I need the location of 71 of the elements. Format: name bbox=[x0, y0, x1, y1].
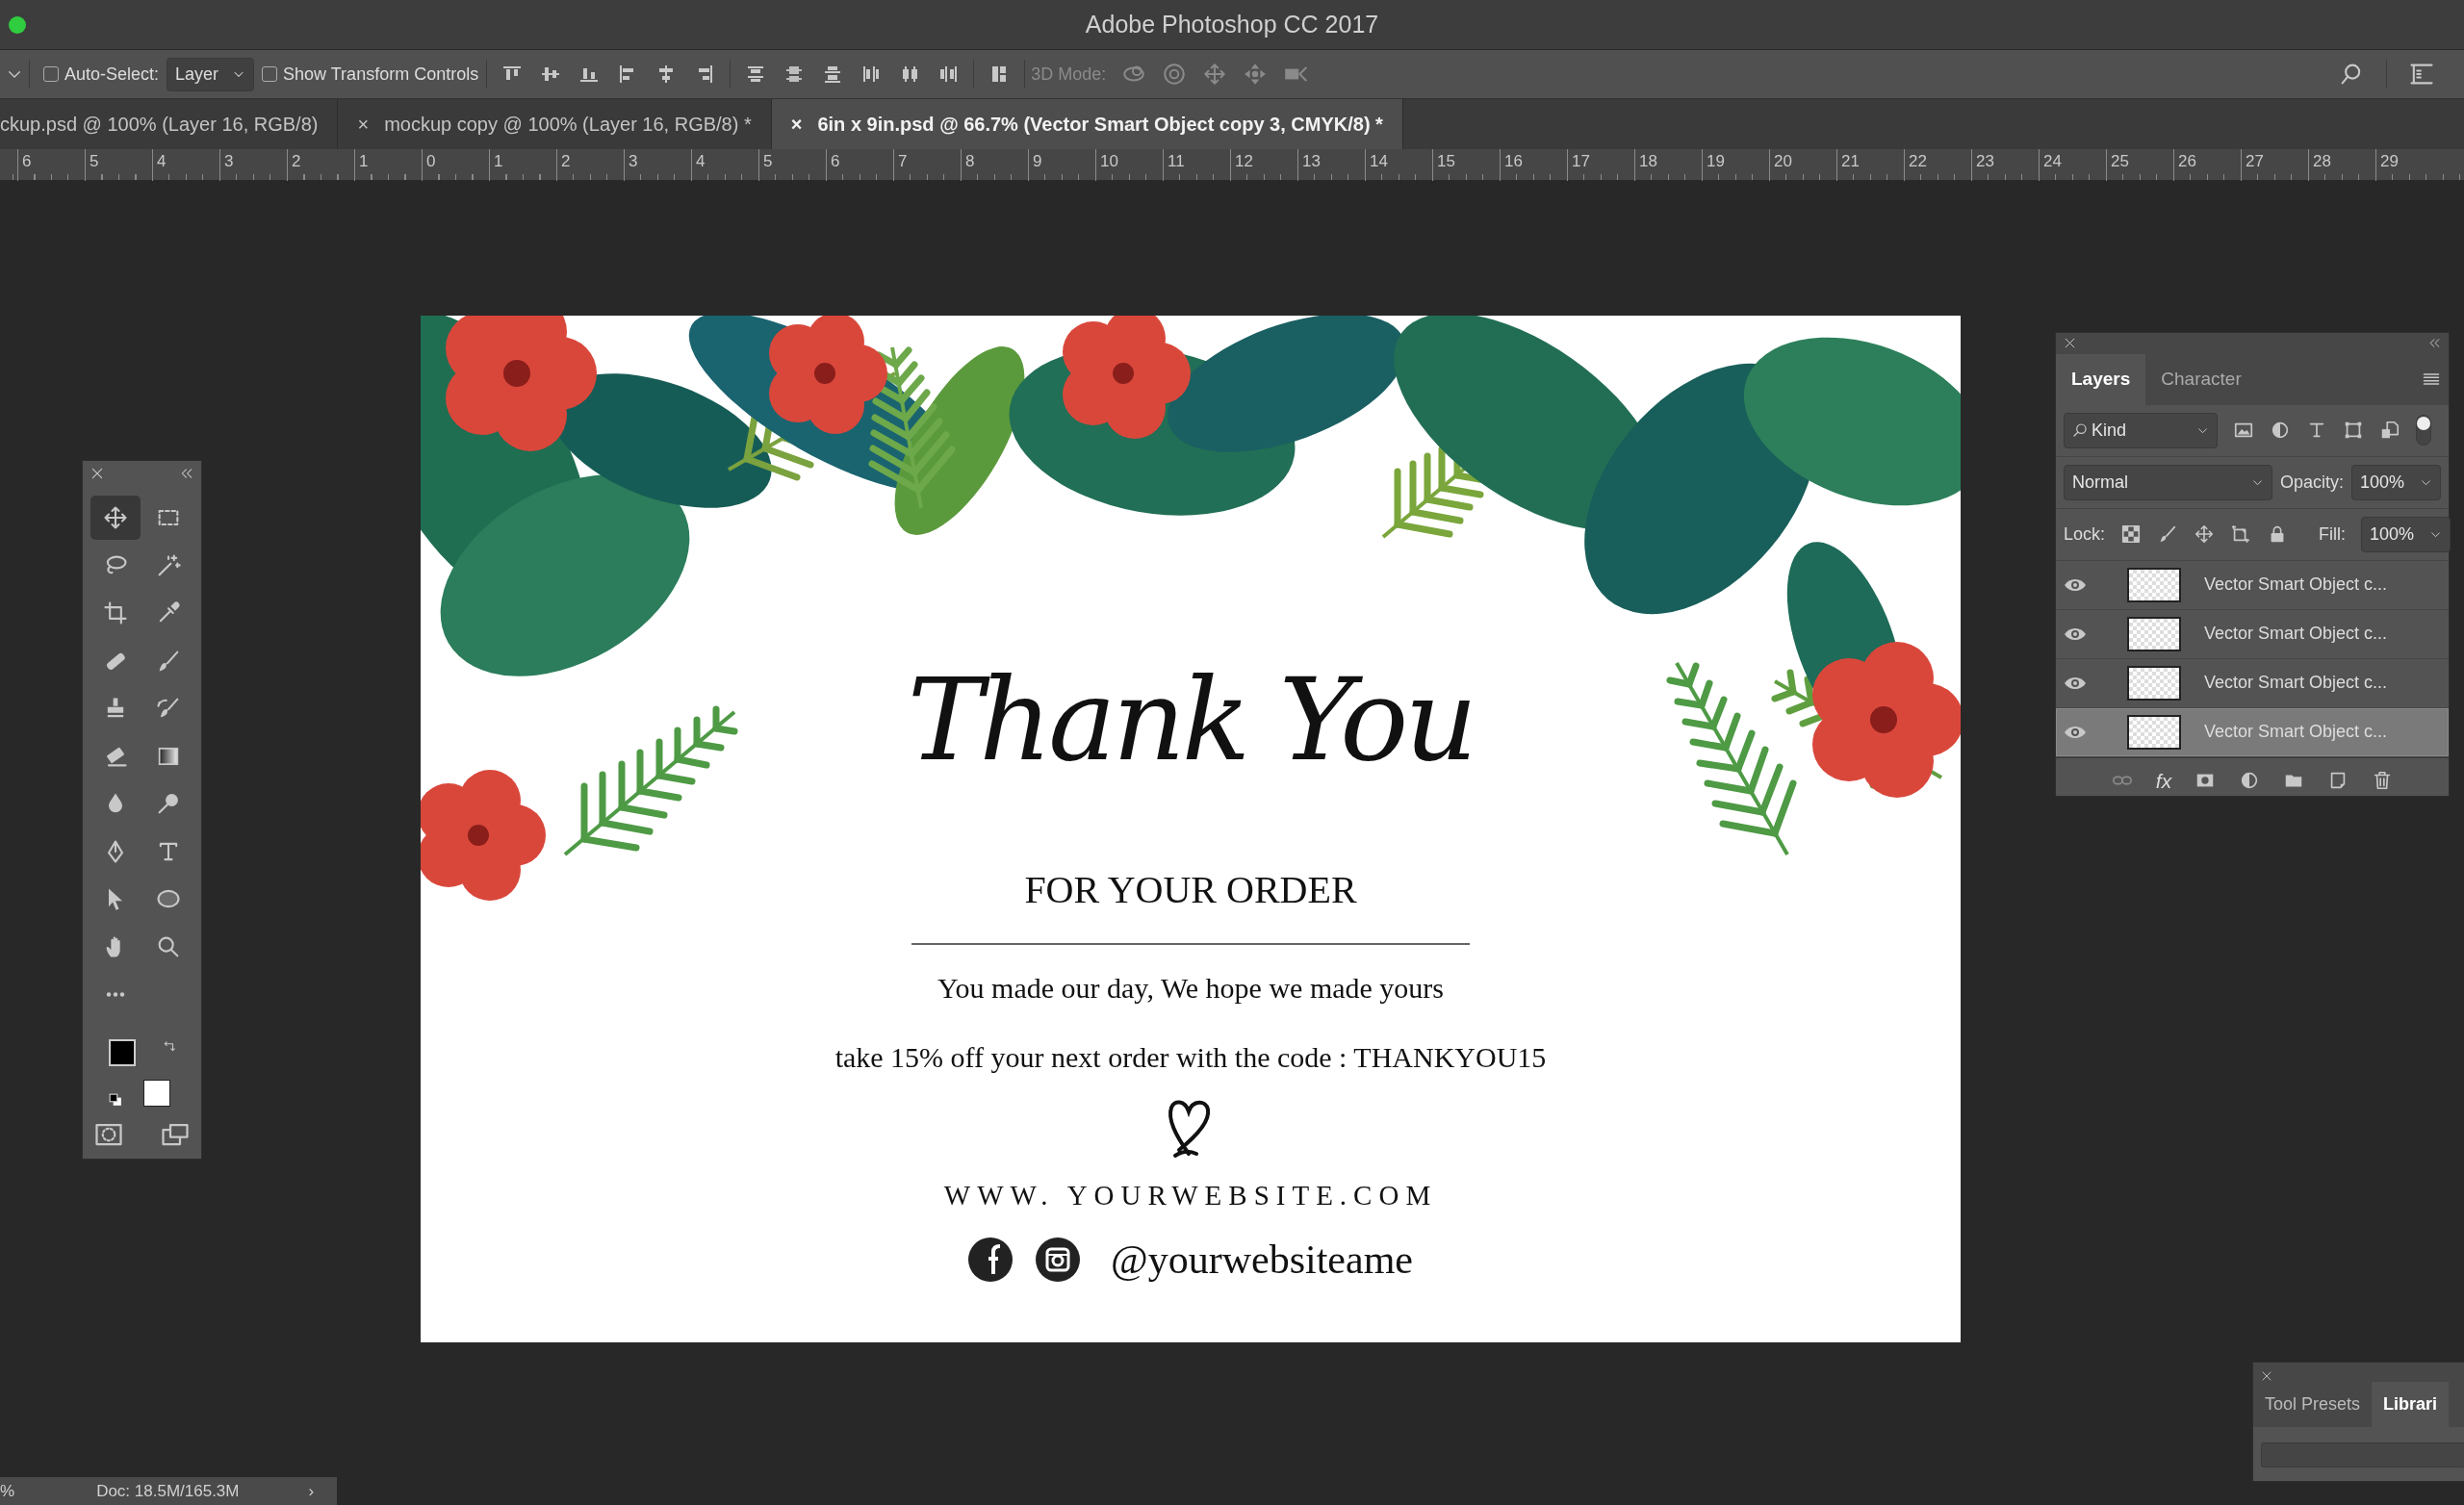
ruler-number: 15 bbox=[1432, 149, 1500, 181]
layer-style-button[interactable]: fx bbox=[2155, 765, 2172, 796]
ruler-number: 2 bbox=[287, 149, 354, 181]
status-menu-arrow[interactable]: › bbox=[308, 1478, 315, 1504]
ruler-number: 16 bbox=[1500, 149, 1567, 181]
blend-mode-select[interactable]: Normal bbox=[2064, 464, 2272, 500]
transform-controls-label: Show Transform Controls bbox=[283, 63, 479, 86]
kind-filter-label: Kind bbox=[2092, 419, 2127, 442]
tab-title: mockup copy @ 100% (Layer 16, RGB/8) * bbox=[384, 113, 752, 137]
layer-name: Vector Smart Object c... bbox=[2204, 721, 2388, 743]
panel-tab[interactable]: Librari bbox=[2372, 1382, 2450, 1427]
window-title: Adobe Photoshop CC 2017 bbox=[1085, 9, 1379, 39]
subtitle: FOR YOUR ORDER bbox=[1024, 867, 1357, 913]
layer-select[interactable]: Layer bbox=[167, 57, 255, 91]
ruler-number: 4 bbox=[691, 149, 758, 181]
ruler-number: 0 bbox=[422, 149, 489, 181]
ruler-number: 28 bbox=[2308, 149, 2375, 181]
script-title: Thank You bbox=[907, 652, 1475, 788]
layer-name: Vector Smart Object c... bbox=[2204, 574, 2388, 596]
panel-tab[interactable]: Layers bbox=[2056, 354, 2146, 405]
fill-field[interactable]: 100% bbox=[2361, 516, 2451, 552]
ruler-number: 10 bbox=[1095, 149, 1163, 181]
kind-filter-select[interactable]: Kind bbox=[2064, 412, 2218, 448]
auto-select-label: Auto-Select: bbox=[64, 63, 160, 86]
ruler-number: 25 bbox=[2106, 149, 2173, 181]
layer-name: Vector Smart Object c... bbox=[2204, 623, 2388, 645]
lock-label: Lock: bbox=[2064, 523, 2106, 546]
ruler-number: 12 bbox=[1230, 149, 1297, 181]
ruler-number: 3 bbox=[624, 149, 691, 181]
ruler-number: 21 bbox=[1836, 149, 1904, 181]
mode-3d-label: 3D Mode: bbox=[1031, 63, 1107, 86]
ruler-number: 11 bbox=[1163, 149, 1230, 181]
website-text: WWW. YOURWEBSITE.COM bbox=[943, 1179, 1438, 1212]
opacity-label: Opacity: bbox=[2279, 471, 2344, 494]
ruler-number: 27 bbox=[2241, 149, 2308, 181]
ruler-number: 26 bbox=[2173, 149, 2241, 181]
tab-close[interactable]: × bbox=[357, 110, 370, 139]
ruler-number: 24 bbox=[2039, 149, 2106, 181]
opacity-field[interactable]: 100% bbox=[2350, 464, 2441, 500]
ruler-number: 6 bbox=[17, 149, 85, 181]
document-size: Doc: 18.5M/165.3M bbox=[96, 1480, 240, 1502]
ruler-number: 2 bbox=[556, 149, 624, 181]
document-tab[interactable]: × 6in x 9in.psd @ 66.7% (Vector Smart Object copy 3, CMYK/8) * bbox=[771, 99, 1403, 149]
layer-name: Vector Smart Object c... bbox=[2204, 672, 2388, 694]
ruler-number: 14 bbox=[1365, 149, 1432, 181]
zoom-level: % bbox=[0, 1480, 15, 1502]
ruler-number: 18 bbox=[1634, 149, 1702, 181]
message-text: You made our day, We hope we made yours bbox=[937, 971, 1445, 1006]
ruler-number: 5 bbox=[85, 149, 152, 181]
ruler-number: 19 bbox=[1702, 149, 1769, 181]
ruler-number: 23 bbox=[1971, 149, 2039, 181]
ruler-number: 6 bbox=[826, 149, 893, 181]
tab-title: ckup.psd @ 100% (Layer 16, RGB/8) bbox=[0, 113, 319, 137]
tab-title: 6in x 9in.psd @ 66.7% (Vector Smart Object copy 3, CMYK/8) * bbox=[817, 113, 1383, 137]
ruler-number: 9 bbox=[1028, 149, 1095, 181]
ruler-number: 17 bbox=[1567, 149, 1634, 181]
social-handle: @yourwebsiteame bbox=[1111, 1237, 1413, 1284]
ruler-number: 5 bbox=[758, 149, 826, 181]
tab-close[interactable]: × bbox=[790, 110, 803, 139]
fill-label: Fill: bbox=[2319, 523, 2347, 546]
ruler-number: 7 bbox=[893, 149, 961, 181]
ruler-number: 1 bbox=[489, 149, 556, 181]
ruler-number: 1 bbox=[354, 149, 422, 181]
ruler-number: 4 bbox=[152, 149, 219, 181]
ruler-number: 22 bbox=[1904, 149, 1971, 181]
ruler-number: 3 bbox=[219, 149, 287, 181]
ruler-number: 13 bbox=[1297, 149, 1365, 181]
offer-text: take 15% off your next order with the code : THANKYOU15 bbox=[834, 1040, 1547, 1075]
ruler-number: 8 bbox=[961, 149, 1028, 181]
ruler-number: 20 bbox=[1769, 149, 1836, 181]
ruler-number: 29 bbox=[2375, 149, 2443, 181]
